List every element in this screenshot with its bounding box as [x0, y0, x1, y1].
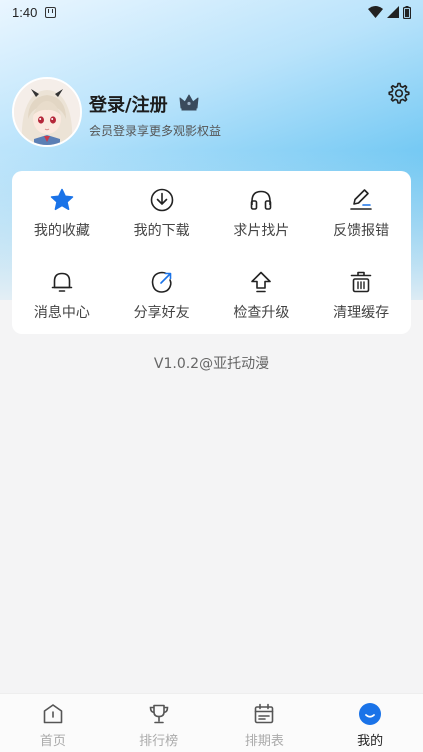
version-text: V1.0.2@亚托动漫 — [153, 356, 270, 372]
edit-icon — [350, 189, 372, 210]
grid-item-label: 消息中心 — [33, 305, 90, 321]
grid-item-label: 求片找片 — [233, 223, 290, 239]
grid-item-downloads[interactable]: 我的下载 — [112, 171, 212, 253]
battery-icon — [403, 5, 411, 19]
home-icon — [43, 704, 63, 724]
avatar[interactable] — [12, 77, 82, 147]
grid-item-request[interactable]: 求片找片 — [212, 171, 312, 253]
bell-icon — [51, 272, 73, 292]
membership-subtitle: 会员登录享更多观影权益 — [89, 124, 222, 138]
download-icon — [150, 188, 173, 212]
profile-header: 登录/注册 会员登录享更多观影权益 — [12, 77, 411, 147]
upgrade-icon — [251, 271, 272, 293]
grid-item-clear-cache[interactable]: 清理缓存 — [311, 253, 411, 334]
tab-label: 首页 — [39, 734, 66, 749]
notification-icon — [45, 6, 57, 18]
status-icons — [368, 5, 411, 19]
tab-home[interactable]: 首页 — [0, 694, 106, 752]
grid-item-favorites[interactable]: 我的收藏 — [12, 171, 112, 253]
status-time: 1:40 — [12, 4, 38, 20]
grid-item-label: 我的收藏 — [33, 223, 90, 239]
headphones-icon — [251, 190, 272, 210]
tab-label: 排期表 — [244, 734, 284, 749]
tab-ranking[interactable]: 排行榜 — [106, 694, 212, 752]
grid-item-label: 分享好友 — [133, 305, 190, 321]
grid-item-share[interactable]: 分享好友 — [112, 253, 212, 334]
share-icon — [151, 271, 172, 293]
function-grid: 我的收藏 我的下载 求片找片 反馈报错 消息中心 分享好友 检查升级 清理缓存 — [12, 171, 411, 334]
status-bar: 1:40 — [0, 0, 423, 24]
calendar-icon — [255, 703, 274, 724]
grid-item-feedback[interactable]: 反馈报错 — [311, 171, 411, 253]
avatar-illustration — [14, 79, 80, 145]
star-icon — [50, 188, 74, 211]
login-register-link[interactable]: 登录/注册 — [89, 91, 168, 117]
grid-item-label: 反馈报错 — [333, 223, 390, 239]
bottom-tab-bar: 首页 排行榜 排期表 我的 — [0, 693, 423, 752]
wifi-icon — [368, 6, 383, 18]
tab-schedule[interactable]: 排期表 — [212, 694, 318, 752]
gear-icon[interactable] — [387, 81, 411, 105]
basket-icon — [350, 271, 372, 293]
grid-item-upgrade[interactable]: 检查升级 — [212, 253, 312, 334]
grid-item-label: 检查升级 — [233, 305, 290, 321]
grid-item-label: 清理缓存 — [333, 305, 390, 321]
trophy-icon — [149, 704, 168, 724]
tab-label: 我的 — [357, 734, 384, 749]
grid-item-messages[interactable]: 消息中心 — [12, 253, 112, 334]
signal-icon — [387, 6, 399, 18]
tab-label: 排行榜 — [139, 734, 179, 749]
tab-mine[interactable]: 我的 — [317, 694, 423, 752]
crown-icon — [179, 94, 199, 111]
grid-item-label: 我的下载 — [133, 223, 190, 239]
profile-icon — [359, 703, 382, 725]
